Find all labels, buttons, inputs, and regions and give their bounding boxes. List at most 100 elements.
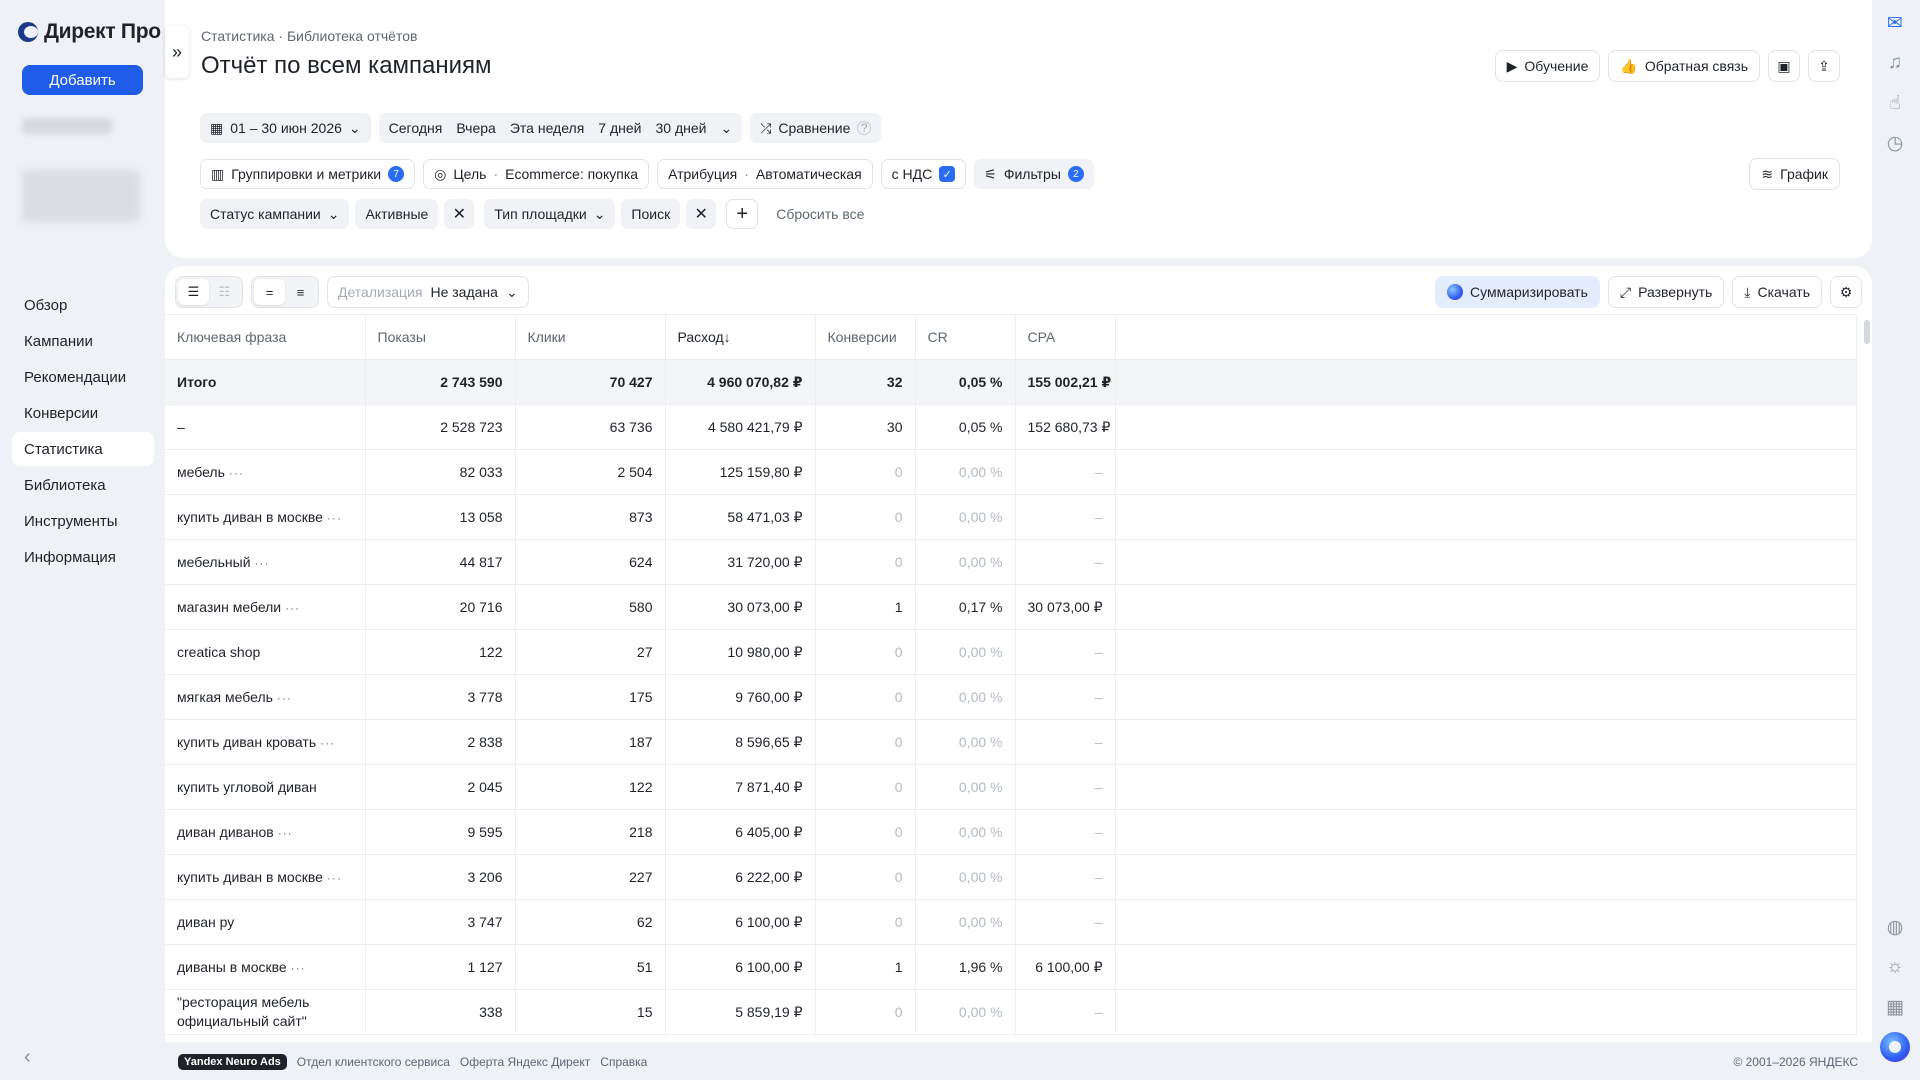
column-header-phrase[interactable]: Ключевая фраза xyxy=(165,314,366,360)
detail-selector[interactable]: Детализация Не задана ⌄ xyxy=(327,276,529,308)
table-row[interactable]: купить диван кровать ··· 2 838 187 8 596,65 … xyxy=(165,719,1857,765)
table-row[interactable]: диван ру 3 747 62 6 100,00 ₽ 0 0,00 % – xyxy=(165,899,1857,945)
placement-type-value[interactable]: Поиск xyxy=(621,199,681,229)
bell-icon[interactable]: ♫ xyxy=(1884,52,1906,74)
footer-link-help[interactable]: Справка xyxy=(600,1055,647,1069)
sun-icon[interactable]: ☼ xyxy=(1884,956,1906,978)
compare-button[interactable]: ⤮ Сравнение ? xyxy=(750,113,882,143)
globe-icon[interactable]: ◍ xyxy=(1884,916,1906,938)
vat-toggle[interactable]: с НДС ✓ xyxy=(880,159,967,189)
normal-rows-icon[interactable]: ≡ xyxy=(285,279,316,305)
messenger-icon[interactable]: ✉ xyxy=(1884,12,1906,34)
remove-placement-type-filter-icon[interactable]: ✕ xyxy=(686,199,717,229)
expand-table-button[interactable]: ⤢ Развернуть xyxy=(1607,276,1725,308)
checkbox-checked-icon[interactable]: ✓ xyxy=(939,166,956,182)
vertical-scrollbar[interactable] xyxy=(1864,314,1870,1034)
date-range-picker[interactable]: ▦ 01 – 30 июн 2026 ⌄ xyxy=(200,113,371,143)
table-row[interactable]: купить угловой диван 2 045 122 7 871,40 ₽ 0 0… xyxy=(165,764,1857,810)
filters-button[interactable]: ⚟ Фильтры 2 xyxy=(974,159,1094,189)
table-row[interactable]: магазин мебели ··· 20 716 580 30 073,00 ₽ 1 0,… xyxy=(165,584,1857,630)
learn-button[interactable]: ▶ Обучение xyxy=(1494,50,1601,82)
column-header-conversions[interactable]: Конверсии xyxy=(815,314,916,360)
compact-rows-icon[interactable]: = xyxy=(254,279,285,305)
assistant-icon[interactable] xyxy=(1880,1032,1910,1062)
page-title: Отчёт по всем кампаниям xyxy=(201,52,492,79)
apps-grid-icon[interactable]: ▦ xyxy=(1884,996,1906,1018)
attribution-selector[interactable]: Атрибуция · Автоматическая xyxy=(657,159,873,189)
play-circle-icon[interactable]: ◷ xyxy=(1884,132,1906,154)
more-options-icon[interactable]: ··· xyxy=(255,556,270,570)
groupings-metrics-button[interactable]: ▥ Группировки и метрики 7 xyxy=(200,159,416,189)
table-row[interactable]: мебель ··· 82 033 2 504 125 159,80 ₽ 0 0,00 % – xyxy=(165,449,1857,495)
add-button[interactable]: Добавить xyxy=(22,65,143,95)
sidebar-item-campaigns[interactable]: Кампании xyxy=(12,324,154,358)
breadcrumb[interactable]: Статистика · Библиотека отчётов xyxy=(201,28,417,44)
share-report-button[interactable]: ⇪ xyxy=(1808,50,1840,82)
sidebar-item-tools[interactable]: Инструменты xyxy=(12,504,154,538)
help-icon[interactable]: ? xyxy=(857,121,872,135)
table-row[interactable]: "ресторация мебель официальный сайт" 338 1… xyxy=(165,989,1857,1035)
more-options-icon[interactable]: ··· xyxy=(278,826,293,840)
add-filter-icon[interactable]: + xyxy=(726,199,759,229)
sidebar-item-statistics[interactable]: Статистика xyxy=(12,432,154,466)
collapse-sidebar-icon[interactable]: ‹ xyxy=(24,1046,31,1069)
cell-cost-text: 10 980,00 ₽ xyxy=(727,643,803,660)
sidebar-item-information[interactable]: Информация xyxy=(12,540,154,574)
footer-link-client-service[interactable]: Отдел клиентского сервиса xyxy=(297,1055,450,1069)
sidebar-item-recommendations[interactable]: Рекомендации xyxy=(12,360,154,394)
table-total-row[interactable]: Итого 2 743 590 70 427 4 960 070,82 ₽ 32 0,05… xyxy=(165,359,1857,405)
expand-panel-icon[interactable]: » xyxy=(165,26,189,78)
more-options-icon[interactable]: ··· xyxy=(229,466,244,480)
preset-yesterday[interactable]: Вчера xyxy=(456,120,496,136)
table-row[interactable]: диваны в москве ··· 1 127 51 6 100,00 ₽ 1 1,96… xyxy=(165,944,1857,990)
table-row[interactable]: мягкая мебель ··· 3 778 175 9 760,00 ₽ 0 0,00 … xyxy=(165,674,1857,720)
neuro-ads-badge[interactable]: Yandex Neuro Ads xyxy=(178,1054,287,1070)
column-header-cost[interactable]: Расход↓ xyxy=(665,314,816,360)
scrollbar-thumb[interactable] xyxy=(1864,320,1870,344)
list-view-icon[interactable]: ☰ xyxy=(178,279,209,305)
campaign-status-filter[interactable]: Статус кампании ⌄ xyxy=(200,199,350,229)
table-row[interactable]: мебельный ··· 44 817 624 31 720,00 ₽ 0 0,00 % – xyxy=(165,539,1857,585)
table-row[interactable]: купить диван в москве ··· 3 206 227 6 222,00… xyxy=(165,854,1857,900)
save-report-button[interactable]: ▣ xyxy=(1768,50,1800,82)
column-header-clicks[interactable]: Клики xyxy=(515,314,666,360)
more-options-icon[interactable]: ··· xyxy=(291,961,306,975)
column-header-cr[interactable]: CR xyxy=(915,314,1016,360)
reset-filters-link[interactable]: Сбросить все xyxy=(776,206,864,222)
sidebar-item-library[interactable]: Библиотека xyxy=(12,468,154,502)
cell-shows-text: 3 206 xyxy=(467,869,503,885)
chevron-down-icon[interactable]: ⌄ xyxy=(720,120,732,137)
table-settings-button[interactable]: ⚙ xyxy=(1830,276,1862,308)
graph-button[interactable]: ≋ График xyxy=(1749,158,1840,190)
preset-this-week[interactable]: Эта неделя xyxy=(510,120,584,136)
placement-type-filter[interactable]: Тип площадки ⌄ xyxy=(484,199,616,229)
more-options-icon[interactable]: ··· xyxy=(285,601,300,615)
footer-link-offer[interactable]: Оферта Яндекс Директ xyxy=(460,1055,590,1069)
remove-campaign-status-filter-icon[interactable]: ✕ xyxy=(444,199,475,229)
preset-30-days[interactable]: 30 дней xyxy=(655,120,706,136)
sidebar-item-overview[interactable]: Обзор xyxy=(12,288,154,322)
table-row[interactable]: купить диван в москве ··· 13 058 873 58 471,… xyxy=(165,494,1857,540)
sidebar-item-conversions[interactable]: Конверсии xyxy=(12,396,154,430)
feedback-button[interactable]: 👍 Обратная связь xyxy=(1608,50,1760,82)
table-row[interactable]: – 2 528 723 63 736 4 580 421,79 ₽ 30 0,05 % 15… xyxy=(165,404,1857,450)
column-header-cpa[interactable]: CPA xyxy=(1015,314,1116,360)
more-options-icon[interactable]: ··· xyxy=(277,691,292,705)
goal-selector[interactable]: ◎ Цель · Ecommerce: покупка xyxy=(423,159,650,189)
more-options-icon[interactable]: ··· xyxy=(327,511,342,525)
thumbs-up-icon[interactable]: ☝ xyxy=(1884,92,1906,114)
tree-view-icon[interactable]: ☷ xyxy=(209,279,240,305)
download-button[interactable]: ⤓ Скачать xyxy=(1732,276,1822,308)
summarize-button[interactable]: Суммаризировать xyxy=(1435,276,1600,308)
cell-cpa: 30 073,00 ₽ xyxy=(1015,584,1116,630)
more-options-icon[interactable]: ··· xyxy=(320,736,335,750)
column-header-shows[interactable]: Показы xyxy=(365,314,516,360)
logo[interactable]: Директ Про xyxy=(18,20,161,44)
table-row[interactable]: creatica shop 122 27 10 980,00 ₽ 0 0,00 % – xyxy=(165,629,1857,675)
campaign-status-value[interactable]: Активные xyxy=(355,199,439,229)
preset-today[interactable]: Сегодня xyxy=(389,120,443,136)
more-options-icon[interactable]: ··· xyxy=(327,871,342,885)
table-row[interactable]: диван диванов ··· 9 595 218 6 405,00 ₽ 0 0,00 … xyxy=(165,809,1857,855)
cell-empty xyxy=(1115,359,1857,405)
preset-7-days[interactable]: 7 дней xyxy=(598,120,641,136)
